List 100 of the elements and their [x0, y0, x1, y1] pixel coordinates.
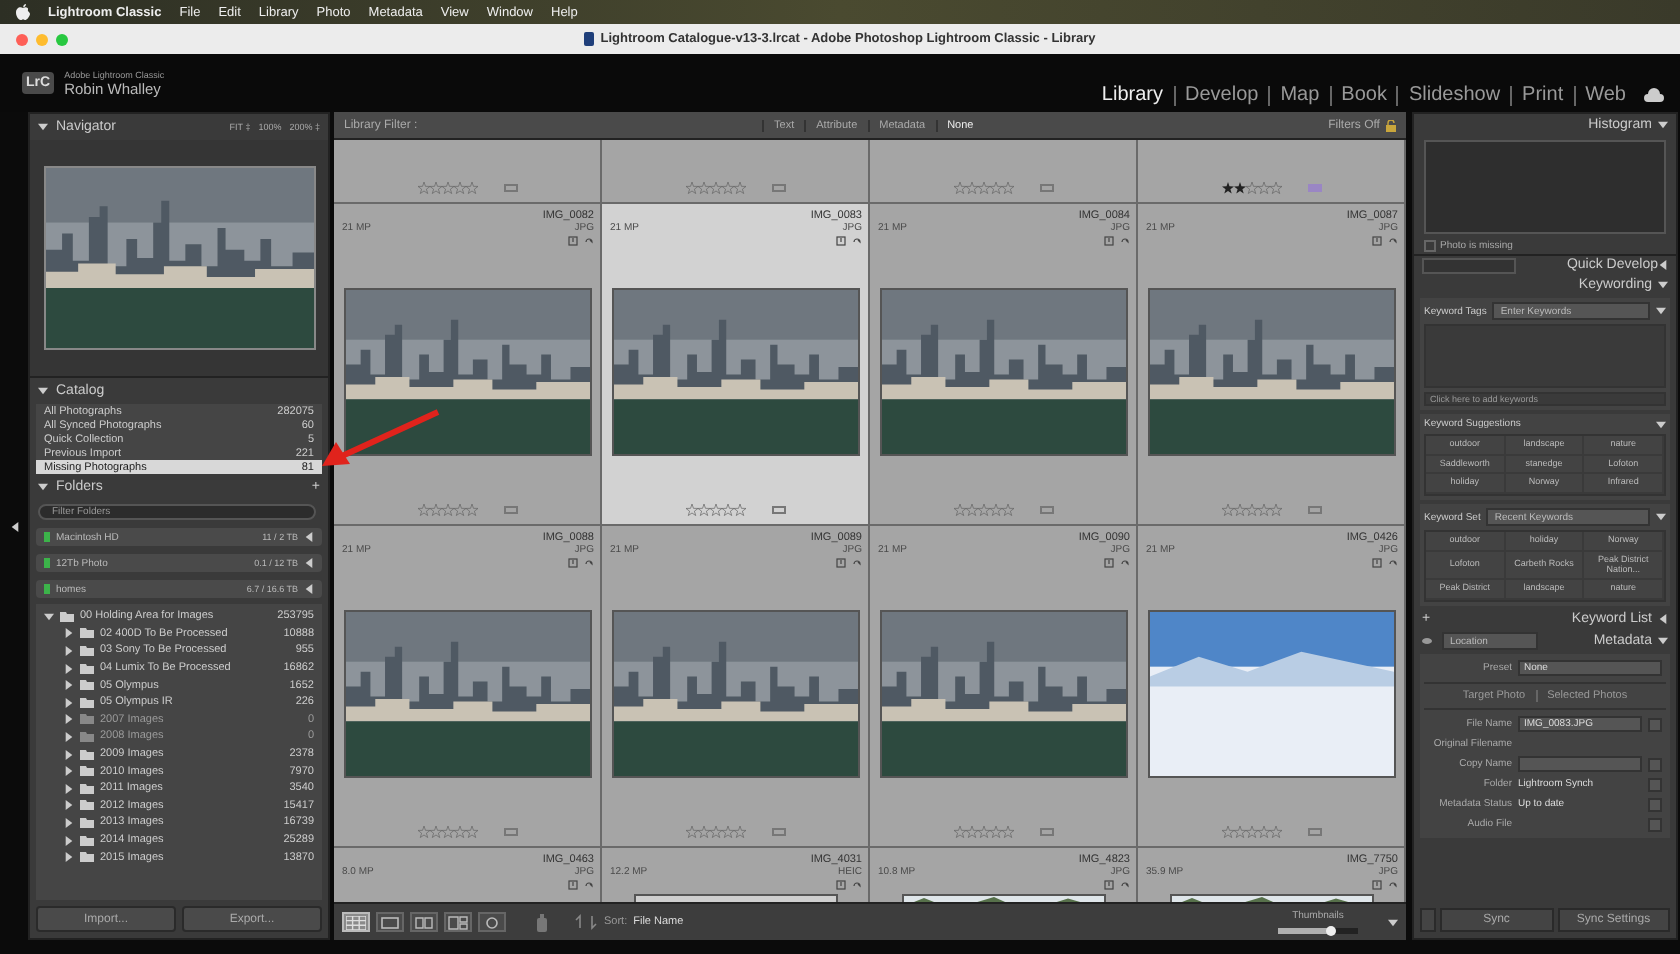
metadata-badge-icon[interactable]: [1372, 236, 1382, 246]
empty-star-icon[interactable]: [721, 826, 733, 838]
metadata-badge-icon[interactable]: [1372, 558, 1382, 568]
rotate-icon[interactable]: [1388, 880, 1398, 890]
rotate-icon[interactable]: [1388, 236, 1398, 246]
empty-star-icon[interactable]: [977, 182, 989, 194]
empty-star-icon[interactable]: [453, 504, 465, 516]
empty-star-icon[interactable]: [709, 504, 721, 516]
sort-direction-icon[interactable]: [574, 914, 598, 930]
metadata-badge-icon[interactable]: [836, 558, 846, 568]
grid-cell[interactable]: [602, 140, 870, 204]
empty-star-icon[interactable]: [733, 182, 745, 194]
disclosure-icon[interactable]: [1656, 419, 1666, 429]
disclosure-icon[interactable]: [38, 386, 48, 396]
empty-star-icon[interactable]: [989, 182, 1001, 194]
survey-view-button[interactable]: [444, 912, 472, 932]
minimize-icon[interactable]: [36, 33, 48, 45]
empty-star-icon[interactable]: [1269, 826, 1281, 838]
disclosure-icon[interactable]: [1658, 120, 1668, 130]
empty-star-icon[interactable]: [1233, 826, 1245, 838]
empty-star-icon[interactable]: [1001, 826, 1013, 838]
empty-star-icon[interactable]: [697, 182, 709, 194]
close-icon[interactable]: [16, 33, 28, 45]
empty-star-icon[interactable]: [441, 182, 453, 194]
empty-star-icon[interactable]: [429, 826, 441, 838]
disclosure-icon[interactable]: [38, 122, 48, 132]
empty-star-icon[interactable]: [1233, 504, 1245, 516]
metadata-badge-icon[interactable]: [1104, 558, 1114, 568]
rotate-icon[interactable]: [852, 236, 862, 246]
rotate-icon[interactable]: [584, 880, 594, 890]
grid-view-button[interactable]: [342, 912, 370, 932]
metadata-badge-icon[interactable]: [1372, 880, 1382, 890]
empty-star-icon[interactable]: [417, 182, 429, 194]
empty-star-icon[interactable]: [1257, 504, 1269, 516]
empty-star-icon[interactable]: [989, 826, 1001, 838]
star-icon[interactable]: [1221, 182, 1233, 194]
empty-star-icon[interactable]: [685, 182, 697, 194]
empty-star-icon[interactable]: [465, 826, 477, 838]
empty-star-icon[interactable]: [709, 182, 721, 194]
empty-star-icon[interactable]: [733, 504, 745, 516]
grid-cell[interactable]: [334, 140, 602, 204]
module-tab[interactable]: Web: [1573, 85, 1636, 105]
rotate-icon[interactable]: [852, 880, 862, 890]
empty-star-icon[interactable]: [721, 504, 733, 516]
disclosure-icon[interactable]: [1656, 306, 1666, 316]
cloud-icon[interactable]: [1644, 88, 1664, 102]
empty-star-icon[interactable]: [989, 504, 1001, 516]
module-tab[interactable]: Map: [1268, 85, 1330, 105]
empty-star-icon[interactable]: [721, 182, 733, 194]
metadata-badge-icon[interactable]: [1104, 236, 1114, 246]
module-tab[interactable]: Print: [1510, 85, 1574, 105]
module-tab[interactable]: Develop: [1173, 85, 1269, 105]
disclosure-icon[interactable]: [38, 482, 48, 492]
empty-star-icon[interactable]: [1221, 826, 1233, 838]
empty-star-icon[interactable]: [441, 826, 453, 838]
rotate-icon[interactable]: [852, 558, 862, 568]
module-tab[interactable]: Book: [1329, 85, 1397, 105]
empty-star-icon[interactable]: [429, 504, 441, 516]
empty-star-icon[interactable]: [977, 826, 989, 838]
grid-cell[interactable]: [870, 140, 1138, 204]
sync-switch[interactable]: [1420, 908, 1436, 932]
metadata-badge-icon[interactable]: [568, 558, 578, 568]
empty-star-icon[interactable]: [965, 826, 977, 838]
slider-track[interactable]: [1278, 928, 1358, 934]
rotate-icon[interactable]: [1120, 236, 1130, 246]
empty-star-icon[interactable]: [453, 826, 465, 838]
metadata-field[interactable]: [1518, 756, 1642, 773]
rotate-icon[interactable]: [1120, 558, 1130, 568]
apple-icon[interactable]: [16, 4, 30, 20]
empty-star-icon[interactable]: [417, 504, 429, 516]
empty-star-icon[interactable]: [465, 504, 477, 516]
loupe-view-button[interactable]: [376, 912, 404, 932]
empty-star-icon[interactable]: [1269, 504, 1281, 516]
empty-star-icon[interactable]: [977, 504, 989, 516]
empty-star-icon[interactable]: [697, 504, 709, 516]
lock-icon[interactable]: [1385, 119, 1396, 131]
slider-thumb[interactable]: [1325, 926, 1335, 936]
module-tab[interactable]: Library: [1091, 85, 1173, 105]
module-tab[interactable]: Slideshow: [1396, 85, 1511, 105]
empty-star-icon[interactable]: [685, 826, 697, 838]
empty-star-icon[interactable]: [1245, 826, 1257, 838]
empty-star-icon[interactable]: [1257, 182, 1269, 194]
toolbar-menu-icon[interactable]: [1388, 917, 1398, 927]
empty-star-icon[interactable]: [1257, 826, 1269, 838]
rotate-icon[interactable]: [584, 558, 594, 568]
grid-cell[interactable]: [1138, 140, 1406, 204]
compare-view-button[interactable]: [410, 912, 438, 932]
spray-can-icon[interactable]: [536, 912, 548, 932]
empty-star-icon[interactable]: [733, 826, 745, 838]
checkbox[interactable]: [1424, 240, 1436, 252]
empty-star-icon[interactable]: [441, 504, 453, 516]
empty-star-icon[interactable]: [1221, 504, 1233, 516]
collapse-icon[interactable]: [9, 521, 19, 531]
empty-star-icon[interactable]: [1269, 182, 1281, 194]
empty-star-icon[interactable]: [1001, 504, 1013, 516]
eye-icon[interactable]: [1422, 636, 1432, 647]
empty-star-icon[interactable]: [453, 182, 465, 194]
empty-star-icon[interactable]: [953, 826, 965, 838]
volume-toggle-icon[interactable]: [304, 532, 314, 542]
edit-icon[interactable]: [1648, 717, 1662, 732]
